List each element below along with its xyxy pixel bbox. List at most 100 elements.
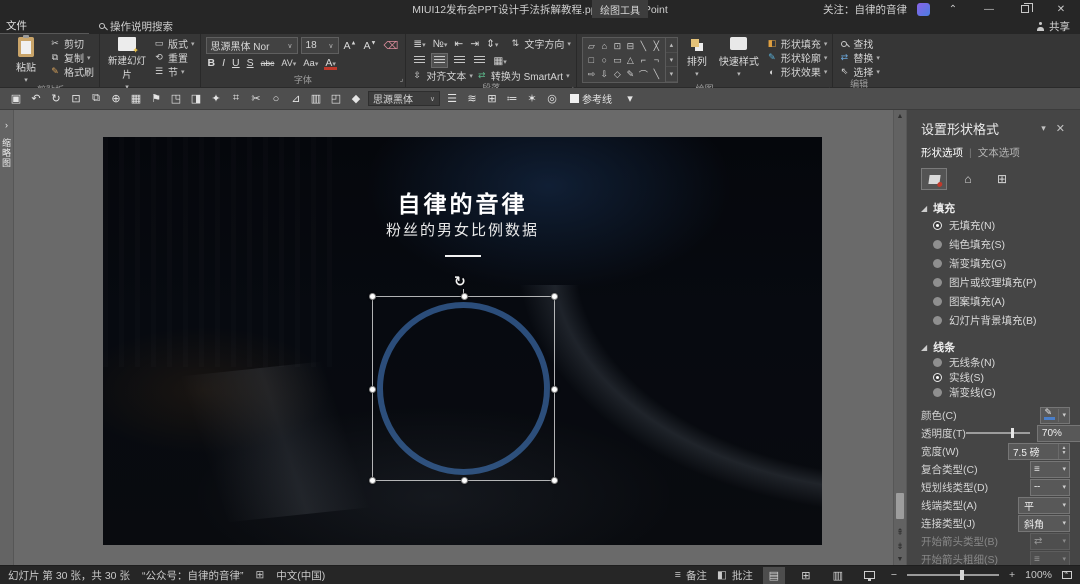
shape-glyph[interactable]: ⊟	[624, 39, 637, 53]
qat-icon[interactable]: ◆	[346, 92, 366, 105]
fill-option-radio[interactable]: 无填充(N)	[921, 216, 1070, 235]
next-slide-button[interactable]: ⇟	[894, 540, 906, 553]
replace-button[interactable]: ⇄ 替换 ▾	[838, 51, 880, 65]
qat-icon[interactable]: ≔	[502, 92, 522, 105]
previous-slide-button[interactable]: ⇞	[894, 526, 906, 539]
transparency-slider[interactable]	[965, 428, 1030, 438]
qat-icon[interactable]: ◰	[326, 92, 346, 105]
qat-icon[interactable]: ⊞	[482, 92, 502, 105]
avatar[interactable]	[917, 2, 930, 16]
comments-button[interactable]: ◧ 批注	[717, 568, 753, 583]
fill-option-radio[interactable]: 幻灯片背景填充(B)	[921, 311, 1070, 330]
shape-fill-button[interactable]: ◧ 形状填充 ▾	[766, 37, 828, 51]
shape-glyph[interactable]: ⇩	[598, 67, 611, 81]
shape-glyph[interactable]: ╲	[637, 39, 650, 53]
underline-button[interactable]: U	[230, 57, 242, 69]
font-color-button[interactable]: A▾	[323, 57, 338, 70]
line-spacing-button[interactable]: ⇕▾	[484, 38, 500, 50]
dash-type-dropdown[interactable]: ╌ ▾	[1030, 478, 1070, 496]
line-option-radio[interactable]: 实线(S)	[921, 370, 1070, 385]
qat-overflow-chevron[interactable]: ▾	[620, 92, 640, 105]
selection-bounding-box[interactable]	[369, 293, 558, 484]
resize-handle-se[interactable]	[551, 477, 558, 484]
qat-icon[interactable]: ⌗	[226, 92, 246, 105]
qat-icon[interactable]: ▥	[306, 92, 326, 105]
ribbon-tab[interactable]: 文件	[0, 18, 89, 33]
line-option-radio[interactable]: 无线条(N)	[921, 355, 1070, 370]
fit-to-window-icon[interactable]	[1062, 569, 1072, 579]
shapes-gallery-scroll[interactable]: ▴ ▾ ▾	[665, 37, 678, 83]
scroll-up-icon[interactable]: ▲	[894, 110, 906, 122]
close-icon[interactable]: ✕	[1048, 0, 1074, 18]
slide-sorter-view-button[interactable]: ⊞	[795, 567, 817, 584]
reset-button[interactable]: ⟲ 重置	[153, 51, 195, 65]
minimize-icon[interactable]: —	[976, 0, 1002, 18]
shape-effects-button[interactable]: ◐ 形状效果 ▾	[766, 65, 827, 80]
join-type-dropdown[interactable]: 斜角 ▾	[1018, 514, 1070, 532]
shape-glyph[interactable]: ⌒	[637, 67, 650, 81]
bullets-button[interactable]: ≣▾	[411, 38, 427, 50]
line-section-header[interactable]: ◢ 线条	[921, 339, 1070, 355]
find-button[interactable]: 查找	[838, 37, 880, 51]
zoom-level[interactable]: 100%	[1025, 569, 1052, 581]
section-button[interactable]: ☰ 节 ▾	[153, 65, 195, 79]
qat-icon[interactable]: ⊿	[286, 92, 306, 105]
change-case-button[interactable]: Aa▾	[301, 58, 320, 69]
text-direction-button[interactable]: ⇅ 文字方向 ▾	[509, 37, 571, 51]
scroll-down-icon[interactable]: ▼	[894, 553, 906, 565]
fill-section-header[interactable]: ◢ 填充	[921, 200, 1070, 216]
qat-icon[interactable]: ☰	[442, 92, 462, 105]
shape-glyph[interactable]: □	[585, 53, 598, 67]
align-center-button[interactable]	[431, 53, 449, 68]
panel-close-icon[interactable]: ✕	[1051, 122, 1070, 135]
fill-option-radio[interactable]: 纯色填充(S)	[921, 235, 1070, 254]
quick-styles-button[interactable]: 快速样式 ▾	[716, 37, 762, 78]
effects-icon[interactable]: ⌂	[955, 168, 981, 190]
resize-handle-ne[interactable]	[551, 293, 558, 300]
font-dialog-launcher[interactable]: ⌟	[400, 72, 404, 85]
resize-handle-e[interactable]	[551, 386, 558, 393]
columns-button[interactable]: ▦▾	[491, 55, 508, 67]
shape-glyph[interactable]: ¬	[650, 53, 663, 67]
align-text-button[interactable]: ⇳ 对齐文本 ▾	[411, 69, 473, 83]
grow-font-button[interactable]: A▲	[342, 40, 359, 52]
slide-title[interactable]: 自律的音律	[103, 185, 822, 219]
rotation-handle-icon[interactable]: ↻	[454, 273, 466, 290]
shape-glyph[interactable]: ○	[598, 53, 611, 67]
text-shadow-button[interactable]: S	[245, 57, 256, 69]
qat-icon[interactable]: ◎	[542, 92, 562, 105]
slider-thumb[interactable]	[1010, 428, 1014, 438]
bold-button[interactable]: B	[206, 57, 218, 69]
cap-type-dropdown[interactable]: 平 ▾	[1018, 496, 1070, 514]
numbering-button[interactable]: №▾	[431, 38, 450, 50]
increase-indent-button[interactable]: ⇥	[468, 38, 481, 50]
tab-shape-options[interactable]: 形状选项	[921, 145, 963, 160]
qat-icon[interactable]: ↶	[26, 92, 46, 105]
reading-view-button[interactable]: ▥	[827, 567, 849, 584]
transparency-spinner[interactable]: 70%▲▼	[1036, 424, 1080, 442]
vertical-scrollbar[interactable]: ▲ ⇞ ⇟ ▼	[893, 110, 907, 565]
slide-number-indicator[interactable]: 幻灯片 第 30 张，共 30 张	[8, 568, 130, 583]
line-option-radio[interactable]: 渐变线(G)	[921, 385, 1070, 400]
qat-icon[interactable]: ▣	[6, 92, 26, 105]
resize-handle-s[interactable]	[461, 477, 468, 484]
shape-glyph[interactable]: ⌂	[598, 39, 611, 53]
arrange-button[interactable]: 排列 ▾	[682, 37, 712, 78]
accessibility-icon[interactable]: ⊞	[255, 569, 264, 581]
fill-line-icon[interactable]	[921, 168, 947, 190]
align-right-button[interactable]	[451, 53, 468, 68]
thumbnail-pane-collapsed[interactable]: › 缩略图	[0, 110, 14, 565]
shape-glyph[interactable]: ╳	[650, 39, 663, 53]
panel-menu-chevron-icon[interactable]: ▾	[1036, 123, 1051, 134]
convert-smartart-button[interactable]: ⇄ 转换为 SmartArt ▾	[476, 69, 570, 83]
shape-glyph[interactable]: △	[624, 53, 637, 67]
line-color-button[interactable]: ▾	[1040, 406, 1070, 424]
shape-glyph[interactable]: ▱	[585, 39, 598, 53]
qat-icon[interactable]: ⚑	[146, 92, 166, 105]
paste-button[interactable]: 粘贴 ▾	[7, 35, 45, 84]
qat-icon[interactable]: ⧉	[86, 92, 106, 105]
shapes-gallery[interactable]: ▱ ⌂ ⊡ ⊟ ╲ ╳ □ ○ ▭ △ ⌐ ¬ ⇨ ⇩ ◇ ✎ ⌒ ╲	[581, 37, 666, 83]
qat-icon[interactable]: ⊡	[66, 92, 86, 105]
qat-icon[interactable]: ✂	[246, 92, 266, 105]
qat-icon[interactable]: ⊕	[106, 92, 126, 105]
